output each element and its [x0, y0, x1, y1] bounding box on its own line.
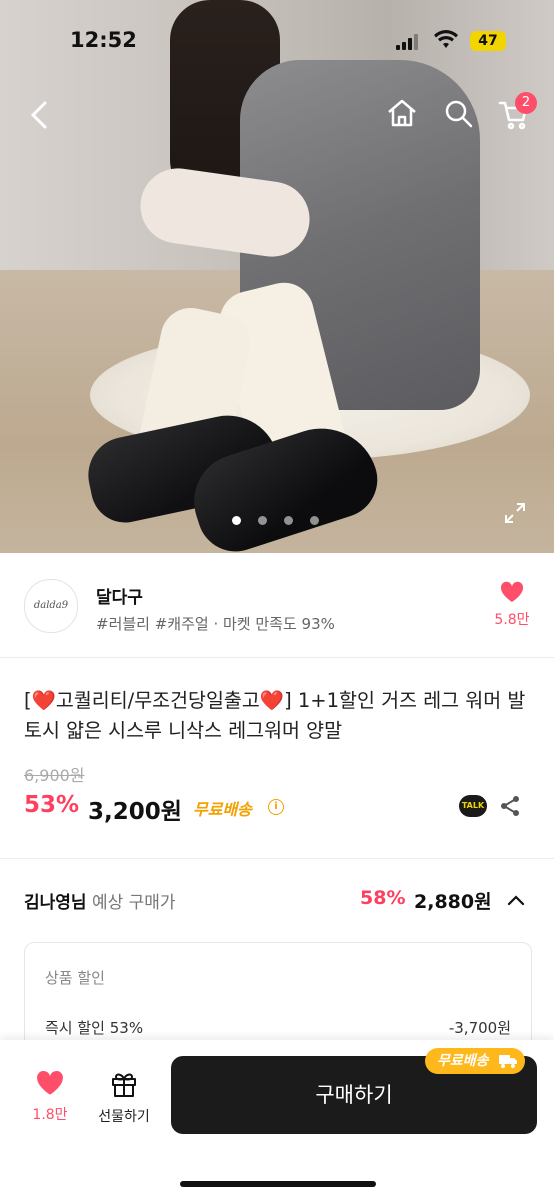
back-icon[interactable] [28, 100, 50, 134]
carousel-dot[interactable] [284, 516, 293, 525]
expand-icon[interactable] [503, 501, 527, 529]
gift-button[interactable]: 선물하기 [92, 1070, 156, 1126]
product-title: [❤️고퀄리티/무조건당일출고❤️] 1+1할인 거즈 레그 워머 발토시 얇은… [24, 689, 526, 742]
instant-discount-label: 즉시 할인 53% [45, 1019, 144, 1037]
truck-icon [499, 1055, 517, 1068]
free-shipping-badge-label: 무료배송 [437, 1053, 489, 1069]
like-button[interactable]: 1.8만 [24, 1070, 76, 1124]
product-image[interactable] [0, 0, 554, 553]
status-time: 12:52 [70, 28, 137, 52]
original-price: 6,900원 [24, 766, 85, 785]
wifi-icon [434, 30, 458, 54]
kakao-talk-icon[interactable]: TALK [459, 795, 487, 817]
heart-icon [500, 581, 524, 602]
bottom-action-bar: 1.8만 선물하기 구매하기 무료배송 [0, 1040, 554, 1200]
member-price: 2,880원 [414, 891, 492, 913]
gift-label: 선물하기 [98, 1109, 150, 1125]
member-name: 김나영님 [24, 893, 87, 913]
discount-rate: 53% [24, 792, 80, 818]
cart-count-badge: 2 [515, 92, 537, 114]
seller-tags: #러블리 #캐주얼 · 마켓 만족도 93% [96, 615, 335, 633]
seller-like-button[interactable]: 5.8만 [490, 581, 534, 629]
seller-name[interactable]: 달다구 [96, 583, 143, 608]
seller-like-count: 5.8만 [494, 612, 530, 628]
gift-icon [112, 1073, 136, 1097]
carousel-dot[interactable] [258, 516, 267, 525]
status-bar: 12:52 47 [0, 0, 554, 80]
seller-section: dalda9 달다구 #러블리 #캐주얼 · 마켓 만족도 93% 5.8만 [0, 553, 554, 658]
home-indicator [180, 1181, 376, 1187]
signal-icon [396, 34, 418, 50]
free-shipping-label: 무료배송 [193, 800, 252, 819]
info-icon[interactable]: i [268, 799, 284, 815]
battery-icon: 47 [470, 31, 506, 51]
sale-price: 3,200원 [88, 799, 182, 825]
free-shipping-badge: 무료배송 [425, 1048, 525, 1074]
home-icon[interactable] [386, 98, 418, 132]
section-divider [0, 858, 554, 859]
search-icon[interactable] [444, 99, 474, 133]
discount-detail-header: 상품 할인 [45, 969, 105, 987]
carousel-dot[interactable] [232, 516, 241, 525]
like-count: 1.8만 [32, 1107, 68, 1123]
seller-logo[interactable]: dalda9 [24, 579, 78, 633]
member-discount-rate: 58% [360, 887, 406, 909]
chevron-up-icon[interactable] [506, 890, 526, 914]
share-icon[interactable] [499, 795, 521, 821]
heart-icon [37, 1070, 63, 1095]
instant-discount-value: -3,700원 [448, 1019, 511, 1037]
member-price-label: 김나영님 예상 구매가 [24, 888, 176, 913]
member-price-caption: 예상 구매가 [91, 893, 176, 913]
carousel-dot[interactable] [310, 516, 319, 525]
